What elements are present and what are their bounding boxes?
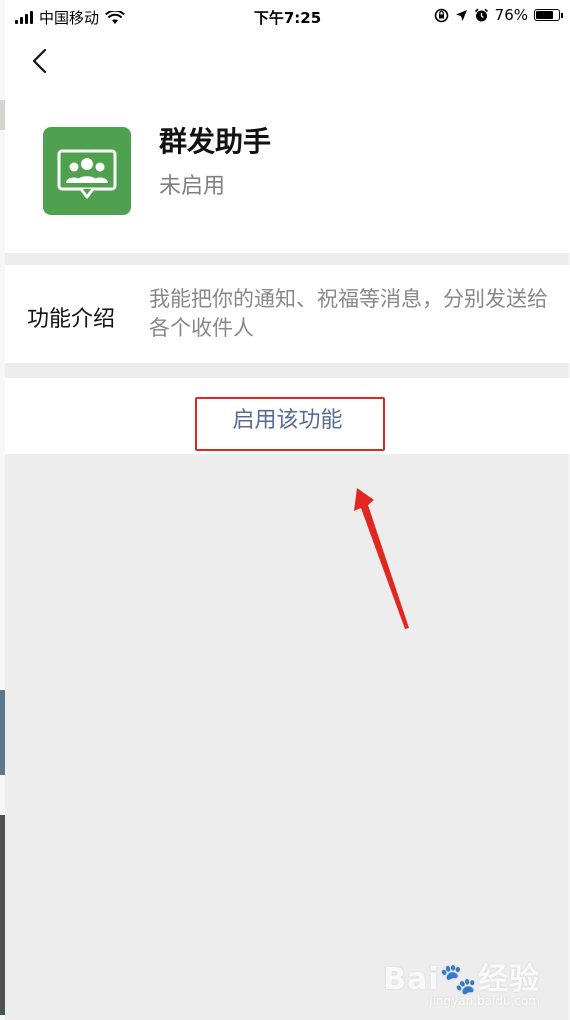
baidu-jingyan-watermark: Bai🐾经验 jingyan.baidu.com — [383, 954, 540, 1008]
paw-icon: 🐾 — [439, 962, 478, 997]
watermark-brand: Bai🐾经验 — [383, 954, 540, 998]
arrow-pointer-icon — [354, 488, 409, 629]
watermark-brand-cn: 经验 — [478, 962, 540, 997]
annotation-arrow — [354, 488, 409, 629]
watermark-brand-en: Bai — [383, 962, 440, 997]
